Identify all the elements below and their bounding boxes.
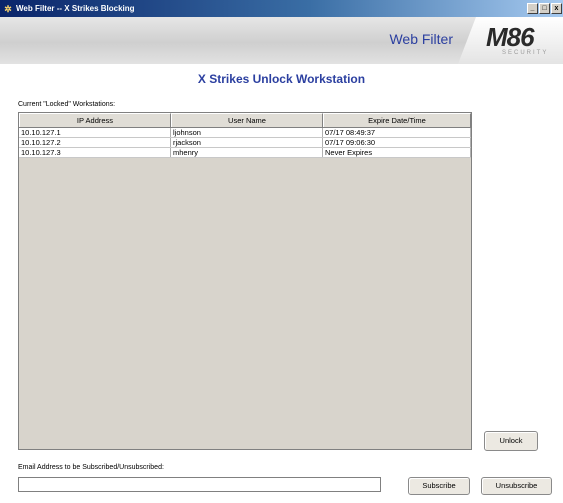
product-title: Web Filter: [389, 31, 453, 47]
logo-panel: M86 SECURITY: [458, 17, 563, 64]
page-title: X Strikes Unlock Workstation: [197, 72, 366, 86]
cell-user-name: mhenry: [171, 148, 323, 157]
web-filter-app-icon: ✲: [4, 3, 12, 14]
unlock-button[interactable]: Unlock: [484, 431, 538, 451]
email-address-label: Email Address to be Subscribed/Unsubscri…: [18, 464, 164, 471]
cell-expire-date-time: Never Expires: [323, 148, 471, 157]
cell-user-name: ljohnson: [171, 128, 323, 137]
unsubscribe-button[interactable]: Unsubscribe: [481, 477, 552, 495]
locked-workstations-label: Current "Locked" Workstations:: [18, 101, 116, 108]
cell-ip-address: 10.10.127.1: [19, 128, 171, 137]
column-header-ip-address[interactable]: IP Address: [19, 113, 171, 127]
window-title-bar[interactable]: ✲ Web Filter -- X Strikes Blocking _ □ x: [0, 0, 563, 17]
window-title: Web Filter -- X Strikes Blocking: [16, 4, 135, 13]
subscribe-button[interactable]: Subscribe: [408, 477, 470, 495]
column-header-user-name[interactable]: User Name: [171, 113, 323, 127]
table-row[interactable]: 10.10.127.2 rjackson 07/17 09:06:30: [19, 138, 471, 148]
cell-ip-address: 10.10.127.2: [19, 138, 171, 147]
cell-user-name: rjackson: [171, 138, 323, 147]
table-row[interactable]: 10.10.127.3 mhenry Never Expires: [19, 148, 471, 158]
minimize-button[interactable]: _: [527, 3, 538, 14]
column-header-expire-date-time[interactable]: Expire Date/Time: [323, 113, 471, 127]
cell-expire-date-time: 07/17 09:06:30: [323, 138, 471, 147]
maximize-button[interactable]: □: [539, 3, 550, 14]
window-controls: _ □ x: [527, 3, 562, 14]
m86-logo: M86: [486, 22, 535, 52]
close-button[interactable]: x: [551, 3, 562, 14]
table-header: IP Address User Name Expire Date/Time: [19, 113, 471, 128]
header-banner: Web Filter M86 SECURITY: [0, 17, 563, 64]
email-address-input[interactable]: [18, 477, 381, 492]
locked-workstations-table[interactable]: IP Address User Name Expire Date/Time 10…: [18, 112, 472, 450]
table-row[interactable]: 10.10.127.1 ljohnson 07/17 08:49:37: [19, 128, 471, 138]
logo-subtitle: SECURITY: [502, 50, 549, 56]
cell-expire-date-time: 07/17 08:49:37: [323, 128, 471, 137]
cell-ip-address: 10.10.127.3: [19, 148, 171, 157]
